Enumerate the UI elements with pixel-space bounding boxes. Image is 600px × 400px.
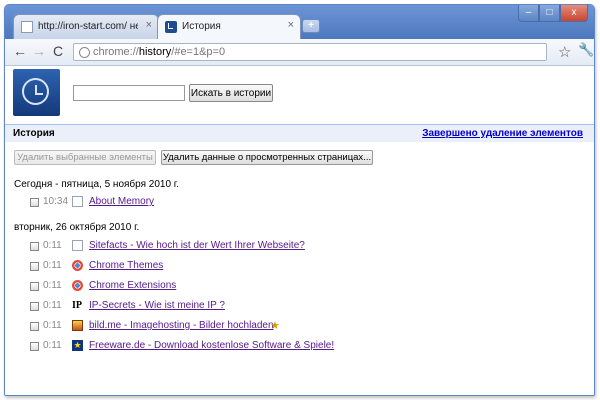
entry-checkbox[interactable] bbox=[30, 322, 39, 331]
freeware-icon: ★ bbox=[72, 340, 83, 351]
entry-link[interactable]: About Memory bbox=[89, 196, 154, 207]
window-controls: – □ x bbox=[518, 5, 588, 23]
bookmark-star-icon[interactable]: ★ bbox=[270, 319, 280, 332]
tab-title: http://iron-start.com/ нед... bbox=[38, 21, 138, 32]
deletion-status-link[interactable]: Завершено удаление элементов bbox=[422, 128, 583, 139]
history-entry: 0:11 ★ Freeware.de - Download kostenlose… bbox=[5, 339, 594, 355]
history-entry: 10:34 About Memory bbox=[5, 195, 594, 211]
tab-iron-start[interactable]: http://iron-start.com/ нед... × bbox=[13, 14, 159, 39]
clock-icon bbox=[165, 21, 177, 33]
clear-browsing-data-button[interactable]: Удалить данные о просмотренных страницах… bbox=[161, 150, 373, 165]
entry-time: 0:11 bbox=[43, 260, 62, 271]
reload-button[interactable]: C bbox=[53, 44, 63, 58]
back-button[interactable]: ← bbox=[13, 44, 27, 58]
tab-title: История bbox=[182, 21, 221, 32]
delete-selected-button[interactable]: Удалить выбранные элементы bbox=[14, 150, 156, 165]
entry-checkbox[interactable] bbox=[30, 302, 39, 311]
address-bar[interactable]: chrome://history/#e=1&p=0 bbox=[73, 43, 547, 61]
browser-window: http://iron-start.com/ нед... × История … bbox=[4, 4, 595, 396]
page-icon bbox=[72, 240, 83, 251]
address-text: chrome://history/#e=1&p=0 bbox=[93, 44, 225, 60]
entry-link[interactable]: Chrome Themes bbox=[89, 260, 163, 271]
entry-checkbox[interactable] bbox=[30, 342, 39, 351]
title-bar: http://iron-start.com/ нед... × История … bbox=[5, 5, 594, 39]
ip-icon: IP bbox=[72, 300, 82, 311]
page-icon bbox=[21, 21, 33, 33]
entry-time: 0:11 bbox=[43, 320, 62, 331]
close-icon[interactable]: × bbox=[288, 19, 294, 31]
close-window-button[interactable]: x bbox=[560, 5, 588, 22]
wrench-icon[interactable]: 🔧 bbox=[578, 42, 594, 58]
navigation-toolbar: ← → C chrome://history/#e=1&p=0 ☆ 🔧 bbox=[5, 39, 594, 66]
entry-time: 10:34 bbox=[43, 196, 69, 207]
section-title: История bbox=[13, 128, 55, 139]
history-entry: 0:11 Chrome Extensions bbox=[5, 279, 594, 295]
maximize-button[interactable]: □ bbox=[539, 5, 560, 22]
search-input[interactable] bbox=[73, 85, 185, 101]
chrome-icon bbox=[72, 260, 83, 271]
clock-icon bbox=[22, 78, 49, 105]
entry-checkbox[interactable] bbox=[30, 242, 39, 251]
entry-link[interactable]: Sitefacts - Wie hoch ist der Wert Ihrer … bbox=[89, 240, 305, 251]
entry-link[interactable]: bild.me - Imagehosting - Bilder hochlade… bbox=[89, 320, 274, 331]
history-logo bbox=[13, 69, 60, 116]
history-entry: 0:11 IP IP-Secrets - Wie ist meine IP ? bbox=[5, 299, 594, 315]
page-info-icon bbox=[79, 47, 90, 58]
day-header: вторник, 26 октября 2010 г. bbox=[14, 222, 140, 233]
forward-button[interactable]: → bbox=[32, 44, 46, 58]
chrome-icon bbox=[72, 280, 83, 291]
new-tab-button[interactable]: + bbox=[302, 19, 320, 33]
minimize-button[interactable]: – bbox=[518, 5, 539, 22]
entry-link[interactable]: Chrome Extensions bbox=[89, 280, 176, 291]
entry-time: 0:11 bbox=[43, 280, 62, 291]
history-page: Искать в истории История Завершено удале… bbox=[5, 66, 594, 395]
day-header: Сегодня - пятница, 5 ноября 2010 г. bbox=[14, 179, 180, 190]
star-icon[interactable]: ☆ bbox=[558, 43, 571, 61]
tab-history[interactable]: История × bbox=[157, 14, 301, 39]
url-scheme: chrome:// bbox=[93, 46, 139, 58]
page-icon bbox=[72, 196, 83, 207]
section-header: История Завершено удаление элементов bbox=[5, 124, 594, 142]
entry-time: 0:11 bbox=[43, 300, 62, 311]
close-icon[interactable]: × bbox=[146, 19, 152, 31]
entry-checkbox[interactable] bbox=[30, 282, 39, 291]
history-entry: 0:11 Sitefacts - Wie hoch ist der Wert I… bbox=[5, 239, 594, 255]
entry-time: 0:11 bbox=[43, 240, 62, 251]
entry-link[interactable]: Freeware.de - Download kostenlose Softwa… bbox=[89, 340, 334, 351]
history-entry: 0:11 Chrome Themes bbox=[5, 259, 594, 275]
url-path: /#e=1&p=0 bbox=[171, 46, 226, 58]
entry-checkbox[interactable] bbox=[30, 262, 39, 271]
history-entry: 0:11 bild.me - Imagehosting - Bilder hoc… bbox=[5, 319, 594, 335]
search-history-button[interactable]: Искать в истории bbox=[189, 84, 273, 102]
bild-icon bbox=[72, 320, 83, 331]
entry-checkbox[interactable] bbox=[30, 198, 39, 207]
url-host: history bbox=[138, 46, 172, 58]
entry-link[interactable]: IP-Secrets - Wie ist meine IP ? bbox=[89, 300, 225, 311]
entry-time: 0:11 bbox=[43, 340, 62, 351]
